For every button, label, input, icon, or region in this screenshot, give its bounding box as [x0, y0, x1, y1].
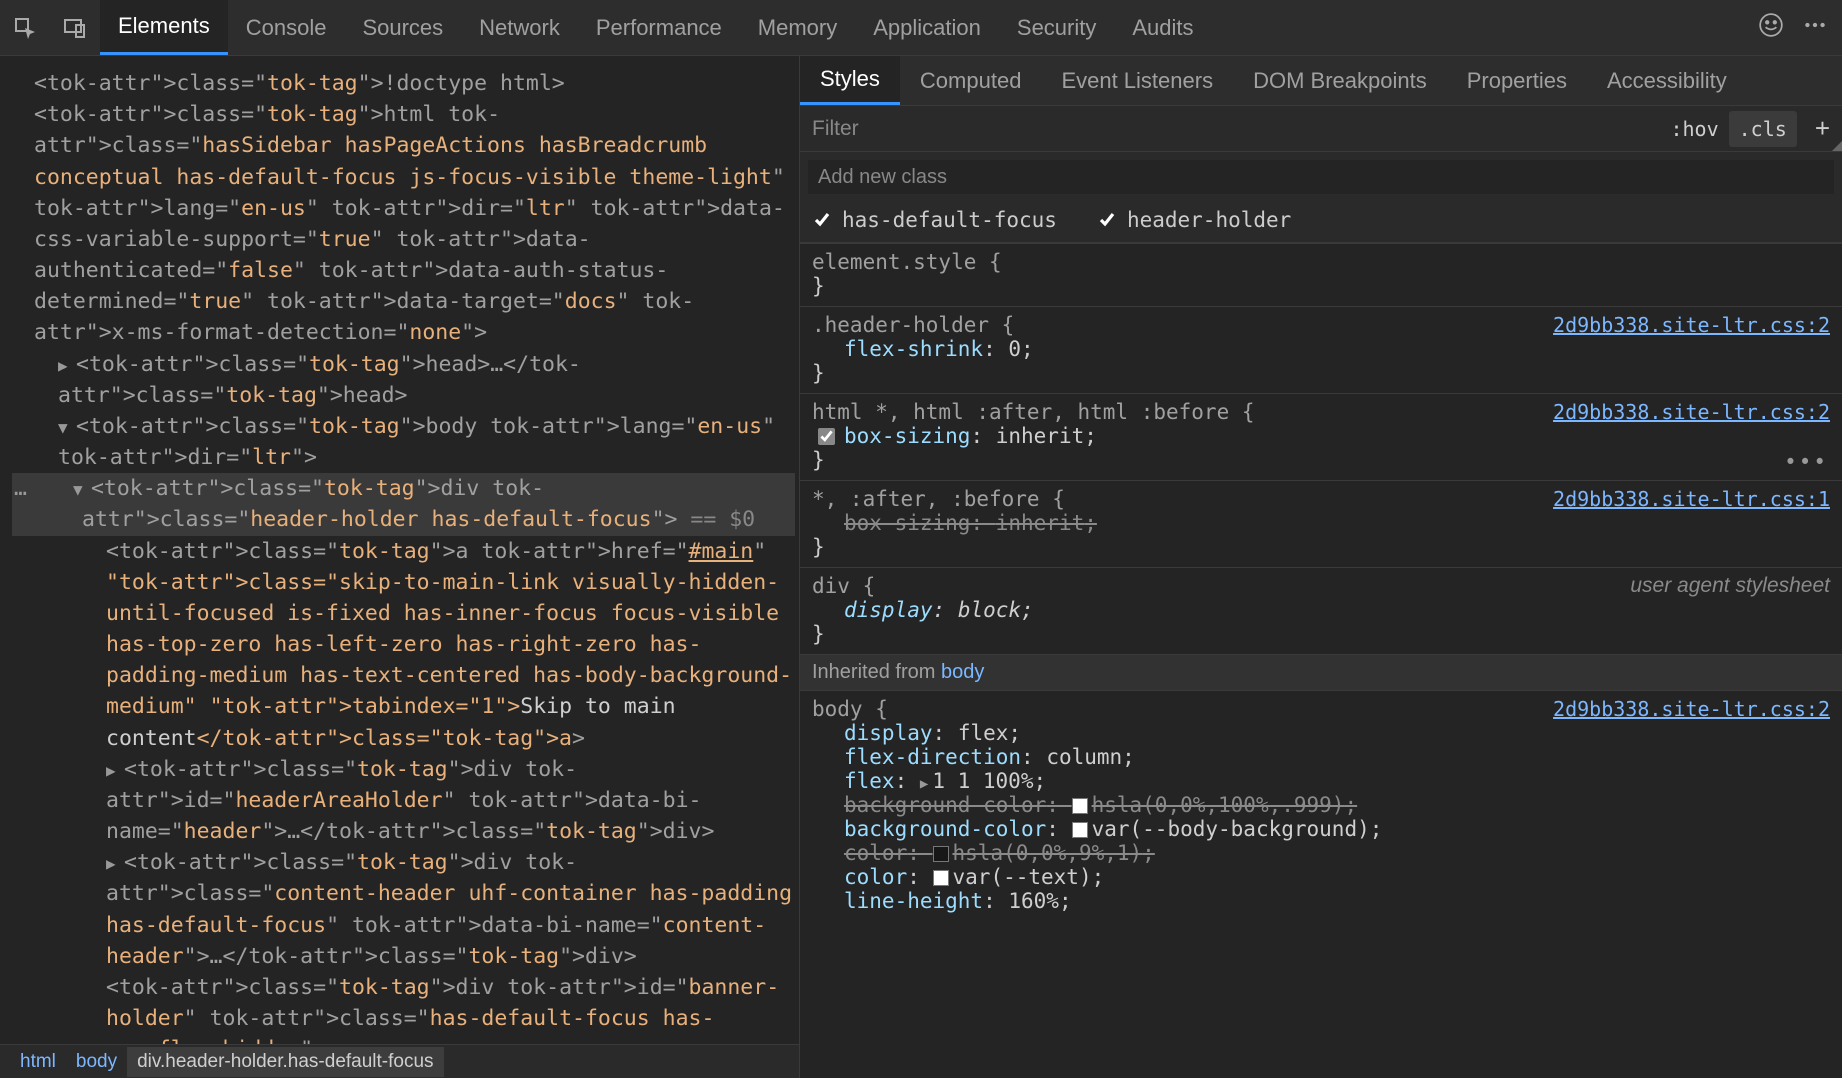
tab-network[interactable]: Network [461, 0, 578, 55]
main-tabs: Elements Console Sources Network Perform… [100, 0, 1758, 55]
tab-console[interactable]: Console [228, 0, 345, 55]
expand-triangle-icon[interactable] [1832, 141, 1842, 151]
source-link[interactable]: 2d9bb338.site-ltr.css:2 [1553, 400, 1830, 424]
class-check-0[interactable]: has-default-focus [812, 208, 1057, 232]
side-tab-styles[interactable]: Styles [800, 56, 900, 105]
class-check-label: header-holder [1127, 208, 1291, 232]
more-icon[interactable]: ••• [1784, 450, 1828, 474]
devtools-root: Elements Console Sources Network Perform… [0, 0, 1842, 1078]
panels: <tok-attr">class="tok-tag">!doctype html… [0, 56, 1842, 1078]
rule-body[interactable]: 2d9bb338.site-ltr.css:2body {display: fl… [800, 690, 1842, 921]
cls-toggle[interactable]: .cls [1729, 111, 1797, 147]
class-checkbox[interactable] [812, 210, 832, 230]
tab-audits[interactable]: Audits [1114, 0, 1211, 55]
more-icon[interactable] [1802, 12, 1828, 44]
filter-input[interactable] [800, 106, 1660, 151]
source-link[interactable]: 2d9bb338.site-ltr.css:1 [1553, 487, 1830, 511]
styles-sidebar: Styles Computed Event Listeners DOM Brea… [800, 56, 1842, 1078]
source-link[interactable]: 2d9bb338.site-ltr.css:2 [1553, 313, 1830, 337]
decl-checkbox[interactable] [818, 428, 835, 445]
crumb-html[interactable]: html [10, 1047, 66, 1077]
tab-memory[interactable]: Memory [740, 0, 855, 55]
tab-elements[interactable]: Elements [100, 0, 228, 55]
sidebar-tabs: Styles Computed Event Listeners DOM Brea… [800, 56, 1842, 106]
add-class-input[interactable] [808, 160, 1834, 194]
tab-security[interactable]: Security [999, 0, 1114, 55]
hov-toggle[interactable]: :hov [1660, 111, 1728, 147]
inspect-element-icon[interactable] [0, 0, 50, 56]
rule-div-ua[interactable]: user agent stylesheetdiv {display: block… [800, 567, 1842, 654]
inherited-from-bar: Inherited from body [800, 654, 1842, 690]
dom-panel: <tok-attr">class="tok-tag">!doctype html… [0, 56, 800, 1078]
side-tab-dom-breakpoints[interactable]: DOM Breakpoints [1233, 56, 1447, 105]
crumb-selected[interactable]: div.header-holder.has-default-focus [127, 1047, 443, 1077]
new-style-rule-button[interactable]: + [1803, 113, 1842, 144]
ua-label: user agent stylesheet [1630, 574, 1830, 598]
device-toolbar-icon[interactable] [50, 0, 100, 56]
feedback-icon[interactable] [1758, 12, 1784, 44]
dom-tree[interactable]: <tok-attr">class="tok-tag">!doctype html… [0, 56, 799, 1044]
class-check-label: has-default-focus [842, 208, 1057, 232]
rule-header-holder[interactable]: 2d9bb338.site-ltr.css:2.header-holder {f… [800, 306, 1842, 393]
tab-performance[interactable]: Performance [578, 0, 740, 55]
side-tab-properties[interactable]: Properties [1447, 56, 1587, 105]
style-rules[interactable]: element.style {}2d9bb338.site-ltr.css:2.… [800, 243, 1842, 1078]
rule-html-star[interactable]: 2d9bb338.site-ltr.css:2html *, html :aft… [800, 393, 1842, 480]
side-tab-computed[interactable]: Computed [900, 56, 1042, 105]
rule-element-style[interactable]: element.style {} [800, 243, 1842, 306]
class-editor: has-default-focus header-holder [800, 152, 1842, 243]
class-check-1[interactable]: header-holder [1097, 208, 1291, 232]
breadcrumb: html body div.header-holder.has-default-… [0, 1044, 799, 1078]
crumb-body[interactable]: body [66, 1047, 127, 1077]
source-link[interactable]: 2d9bb338.site-ltr.css:2 [1553, 697, 1830, 721]
tab-sources[interactable]: Sources [344, 0, 461, 55]
side-tab-event-listeners[interactable]: Event Listeners [1041, 56, 1233, 105]
rule-star[interactable]: 2d9bb338.site-ltr.css:1*, :after, :befor… [800, 480, 1842, 567]
class-checkbox[interactable] [1097, 210, 1117, 230]
filter-bar: :hov .cls + [800, 106, 1842, 152]
inherit-selector-link[interactable]: body [941, 661, 984, 683]
top-toolbar: Elements Console Sources Network Perform… [0, 0, 1842, 56]
side-tab-accessibility[interactable]: Accessibility [1587, 56, 1747, 105]
tab-application[interactable]: Application [855, 0, 999, 55]
